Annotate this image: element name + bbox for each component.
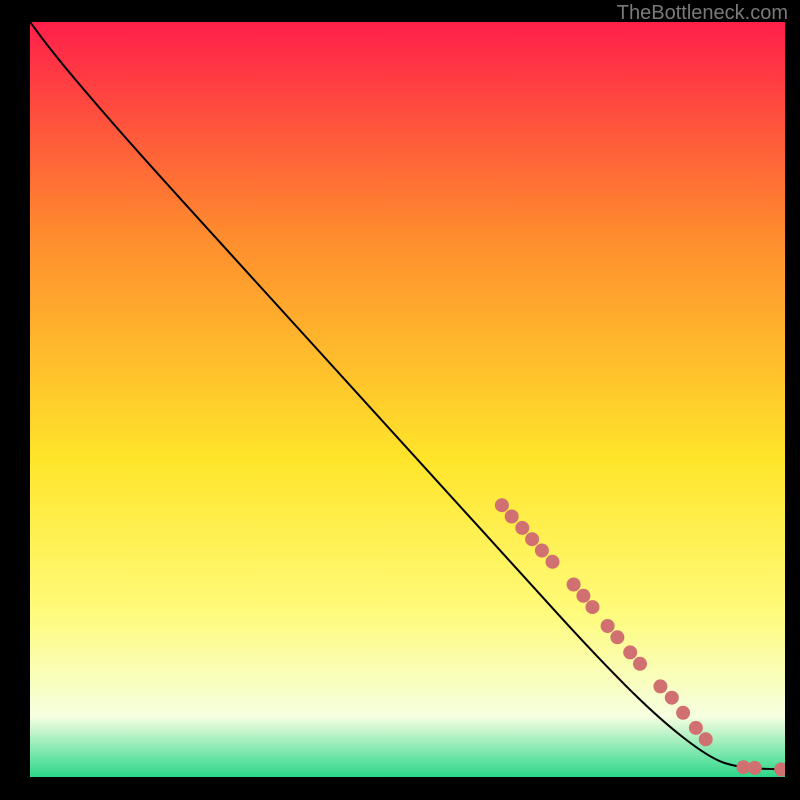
chart-background xyxy=(30,22,785,777)
chart-marker xyxy=(676,706,690,720)
chart-marker xyxy=(665,691,679,705)
chart-marker xyxy=(546,555,560,569)
chart-marker xyxy=(633,657,647,671)
chart-marker xyxy=(748,761,762,775)
chart-plot xyxy=(30,22,785,777)
chart-marker xyxy=(525,532,539,546)
chart-marker xyxy=(495,498,509,512)
chart-marker xyxy=(586,600,600,614)
watermark-text: TheBottleneck.com xyxy=(617,2,788,25)
chart-marker xyxy=(623,645,637,659)
chart-marker xyxy=(535,544,549,558)
chart-marker xyxy=(699,732,713,746)
chart-marker xyxy=(576,589,590,603)
chart-marker xyxy=(689,721,703,735)
chart-marker xyxy=(601,619,615,633)
chart-marker xyxy=(567,578,581,592)
chart-marker xyxy=(505,510,519,524)
chart-marker xyxy=(610,630,624,644)
chart-marker xyxy=(653,679,667,693)
chart-marker xyxy=(515,521,529,535)
